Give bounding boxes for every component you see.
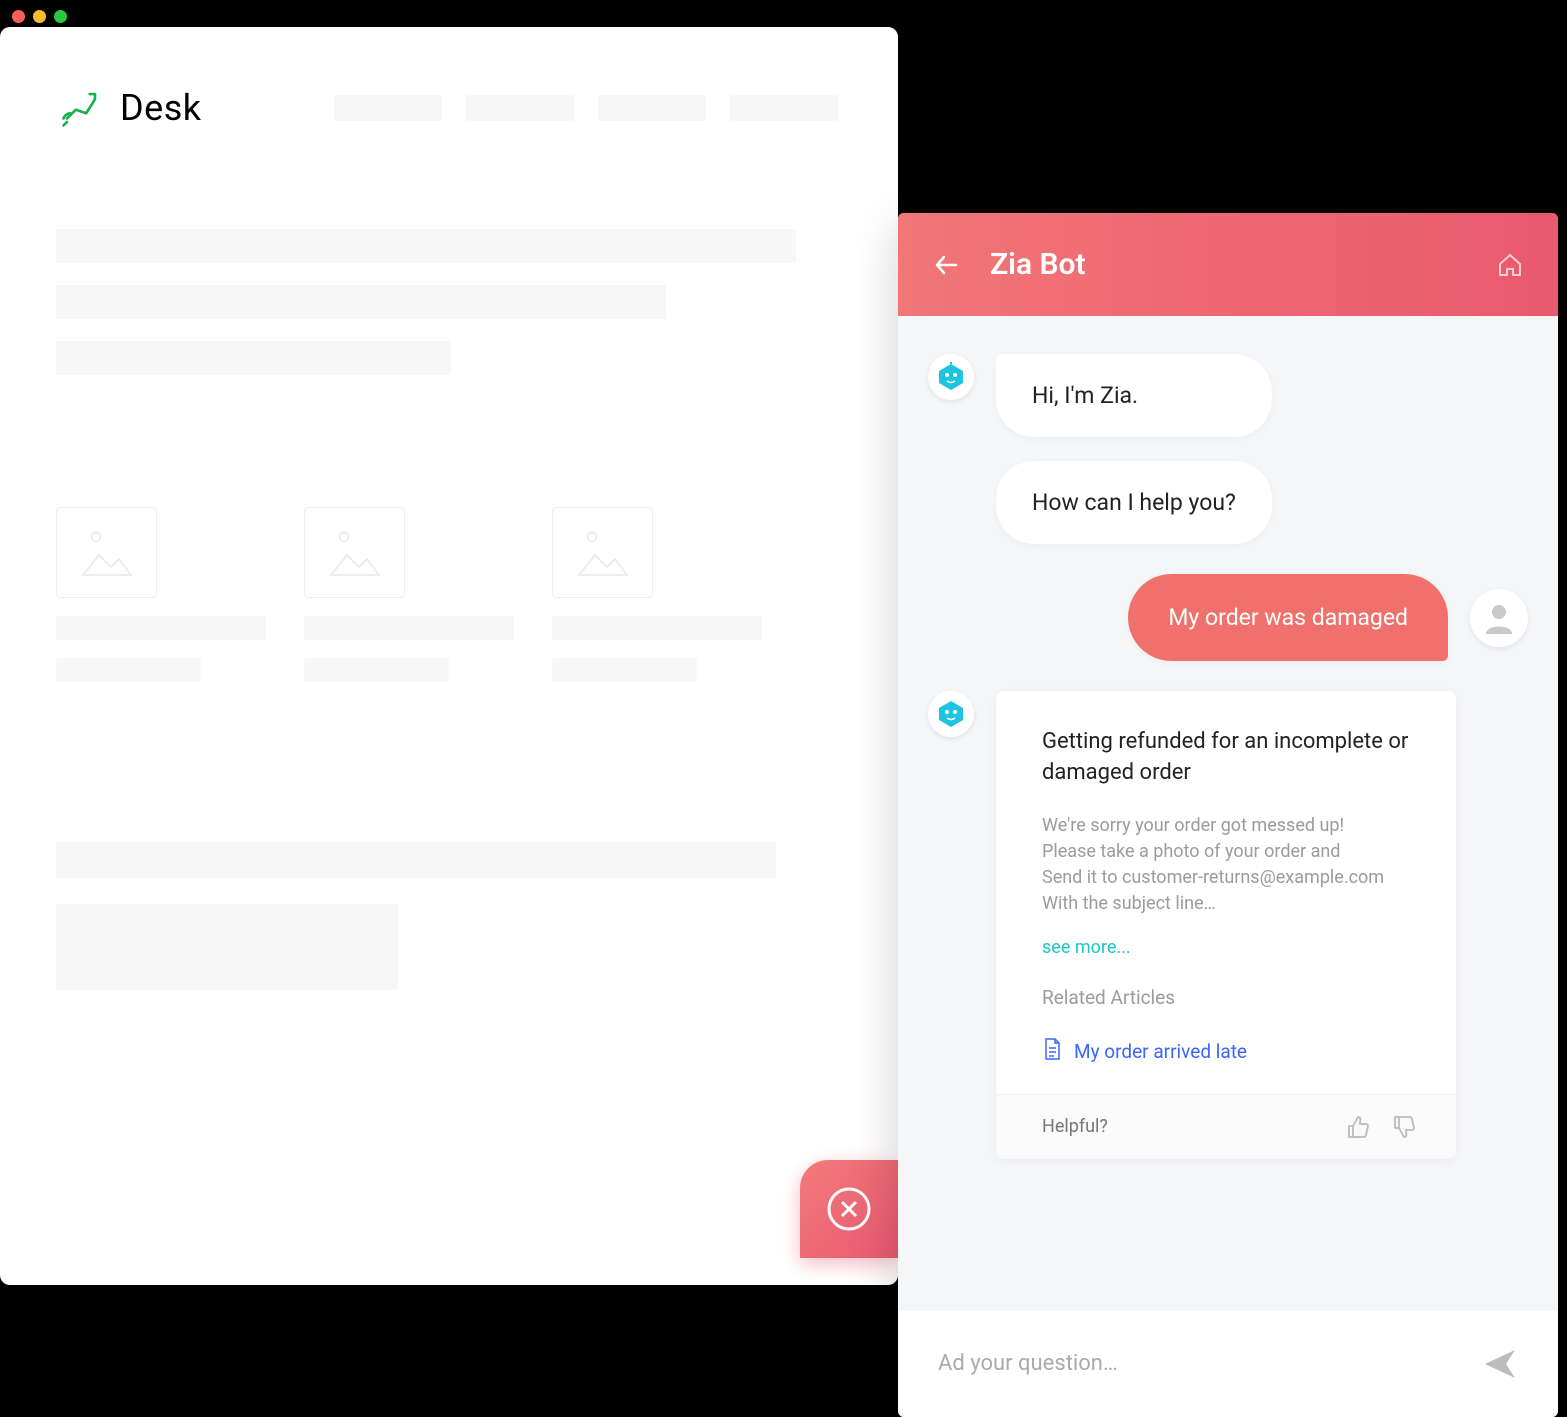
skeleton-line <box>56 229 796 263</box>
chat-composer <box>898 1309 1558 1417</box>
skeleton-cards <box>0 397 898 682</box>
helpful-label: Helpful? <box>1042 1116 1108 1137</box>
image-placeholder-icon <box>304 507 405 598</box>
window-traffic-lights <box>12 10 67 23</box>
related-article-link[interactable]: My order arrived late <box>1042 1037 1416 1066</box>
skeleton-line <box>304 616 514 640</box>
app-header: Desk <box>0 27 898 159</box>
back-arrow-icon[interactable] <box>932 251 960 279</box>
chat-title: Zia Bot <box>990 247 1466 282</box>
send-icon[interactable] <box>1482 1346 1518 1382</box>
skeleton-line <box>304 658 449 682</box>
related-article-text: My order arrived late <box>1074 1040 1247 1063</box>
close-chat-fab[interactable] <box>800 1160 898 1258</box>
skeleton-block <box>0 682 898 990</box>
nav-item-placeholder <box>334 95 442 121</box>
home-icon[interactable] <box>1496 251 1524 279</box>
article-footer: Helpful? <box>996 1094 1456 1159</box>
window-minimize-dot[interactable] <box>33 10 46 23</box>
skeleton-line <box>56 842 776 878</box>
user-avatar-icon <box>1470 589 1528 647</box>
nav-placeholder <box>334 95 838 121</box>
skeleton-line <box>552 658 697 682</box>
chat-body: Hi, I'm Zia. How can I help you? My orde… <box>898 316 1558 1309</box>
window-close-dot[interactable] <box>12 10 25 23</box>
skeleton-line <box>56 616 266 640</box>
nav-item-placeholder <box>730 95 838 121</box>
bubble-stack: Hi, I'm Zia. How can I help you? <box>996 354 1272 544</box>
user-message: My order was damaged <box>1128 574 1448 661</box>
chat-header: Zia Bot <box>898 213 1558 316</box>
skeleton-card <box>56 507 266 682</box>
desk-logo-icon <box>60 87 102 129</box>
skeleton-line <box>552 616 762 640</box>
bot-article-row: Getting refunded for an incomplete or da… <box>928 691 1528 1159</box>
skeleton-line <box>56 285 666 319</box>
question-input[interactable] <box>938 1351 1462 1376</box>
bot-avatar-icon <box>928 691 974 737</box>
skeleton-line <box>56 658 201 682</box>
article-card: Getting refunded for an incomplete or da… <box>996 691 1456 1159</box>
bot-message: Hi, I'm Zia. <box>996 354 1272 437</box>
thumbs-up-icon[interactable] <box>1346 1115 1370 1139</box>
skeleton-lines <box>0 159 898 375</box>
skeleton-card <box>304 507 514 682</box>
user-message-row: My order was damaged <box>928 574 1528 661</box>
related-articles-label: Related Articles <box>1042 986 1416 1009</box>
chat-panel: Zia Bot Hi, I'm Zia. How can I help you <box>898 213 1558 1417</box>
image-placeholder-icon <box>56 507 157 598</box>
skeleton-card <box>552 507 762 682</box>
thumbs-down-icon[interactable] <box>1392 1115 1416 1139</box>
skeleton-line <box>56 904 398 990</box>
nav-item-placeholder <box>466 95 574 121</box>
skeleton-line <box>56 341 451 375</box>
nav-item-placeholder <box>598 95 706 121</box>
window-zoom-dot[interactable] <box>54 10 67 23</box>
brand-name: Desk <box>120 87 202 129</box>
app-window: Desk <box>0 27 898 1285</box>
image-placeholder-icon <box>552 507 653 598</box>
article-body-text: We're sorry your order got messed up! Pl… <box>1042 813 1416 917</box>
bot-avatar-icon <box>928 354 974 400</box>
brand: Desk <box>60 87 202 129</box>
bot-message-row: Hi, I'm Zia. How can I help you? <box>928 354 1528 544</box>
bot-message: How can I help you? <box>996 461 1272 544</box>
document-icon <box>1042 1037 1062 1066</box>
see-more-link[interactable]: see more... <box>1042 937 1131 958</box>
article-title: Getting refunded for an incomplete or da… <box>1042 727 1416 789</box>
